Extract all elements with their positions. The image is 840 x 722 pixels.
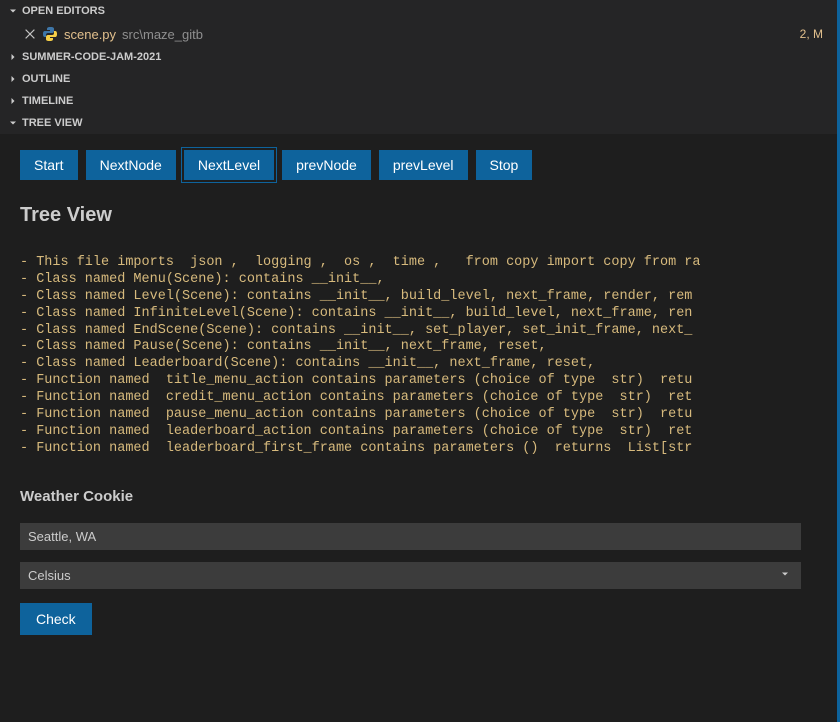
file-status: 2, M (800, 27, 829, 41)
section-label: TIMELINE (22, 95, 73, 107)
chevron-down-icon (6, 116, 20, 130)
chevron-down-icon (779, 568, 793, 582)
open-editor-row[interactable]: scene.py src\maze_gitb 2, M (0, 22, 837, 46)
stop-button[interactable]: Stop (476, 150, 533, 180)
section-label: OPEN EDITORS (22, 5, 105, 17)
tree-code-block: - This file imports json , logging , os … (20, 255, 837, 458)
file-path: src\maze_gitb (122, 27, 203, 42)
tree-button-row: Start NextNode NextLevel prevNode prevLe… (20, 150, 837, 180)
next-level-button[interactable]: NextLevel (184, 150, 274, 180)
section-label: SUMMER-CODE-JAM-2021 (22, 51, 161, 63)
section-label: OUTLINE (22, 73, 70, 85)
section-label: TREE VIEW (22, 117, 83, 129)
unit-select-value: Celsius (28, 568, 71, 583)
start-button[interactable]: Start (20, 150, 78, 180)
chevron-down-icon (6, 4, 20, 18)
section-outline[interactable]: OUTLINE (0, 68, 837, 90)
section-summer[interactable]: SUMMER-CODE-JAM-2021 (0, 46, 837, 68)
python-file-icon (42, 26, 58, 42)
file-name: scene.py (64, 27, 116, 42)
location-input[interactable] (20, 523, 801, 550)
section-open-editors[interactable]: OPEN EDITORS (0, 0, 837, 22)
chevron-right-icon (6, 50, 20, 64)
tree-view-title: Tree View (20, 204, 837, 227)
chevron-right-icon (6, 72, 20, 86)
prev-node-button[interactable]: prevNode (282, 150, 371, 180)
unit-select[interactable]: Celsius (20, 562, 801, 589)
close-icon[interactable] (22, 26, 38, 42)
next-node-button[interactable]: NextNode (86, 150, 176, 180)
tree-view-panel: Start NextNode NextLevel prevNode prevLe… (0, 134, 837, 722)
section-tree-view[interactable]: TREE VIEW (0, 112, 837, 134)
chevron-right-icon (6, 94, 20, 108)
weather-title: Weather Cookie (20, 488, 837, 505)
section-timeline[interactable]: TIMELINE (0, 90, 837, 112)
check-button[interactable]: Check (20, 603, 92, 635)
prev-level-button[interactable]: prevLevel (379, 150, 468, 180)
